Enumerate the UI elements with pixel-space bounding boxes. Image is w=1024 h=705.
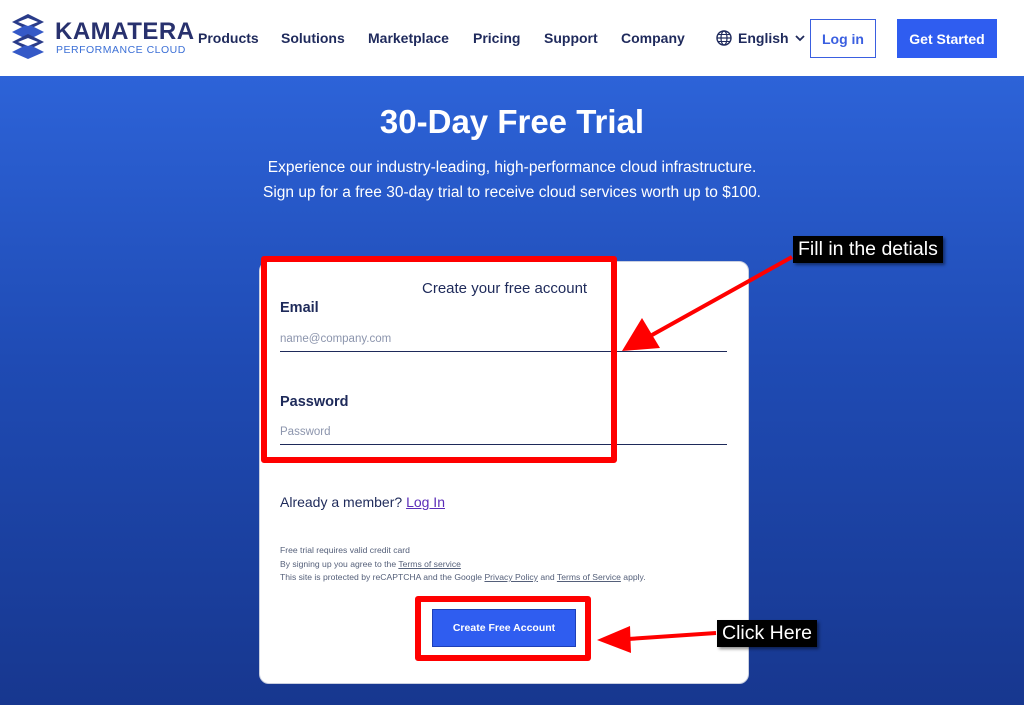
fill-details-callout: Fill in the detials xyxy=(793,236,943,263)
click-arrow xyxy=(597,626,717,653)
fill-arrow xyxy=(622,255,793,351)
click-here-callout: Click Here xyxy=(717,620,817,647)
annotation-arrows xyxy=(597,255,793,653)
